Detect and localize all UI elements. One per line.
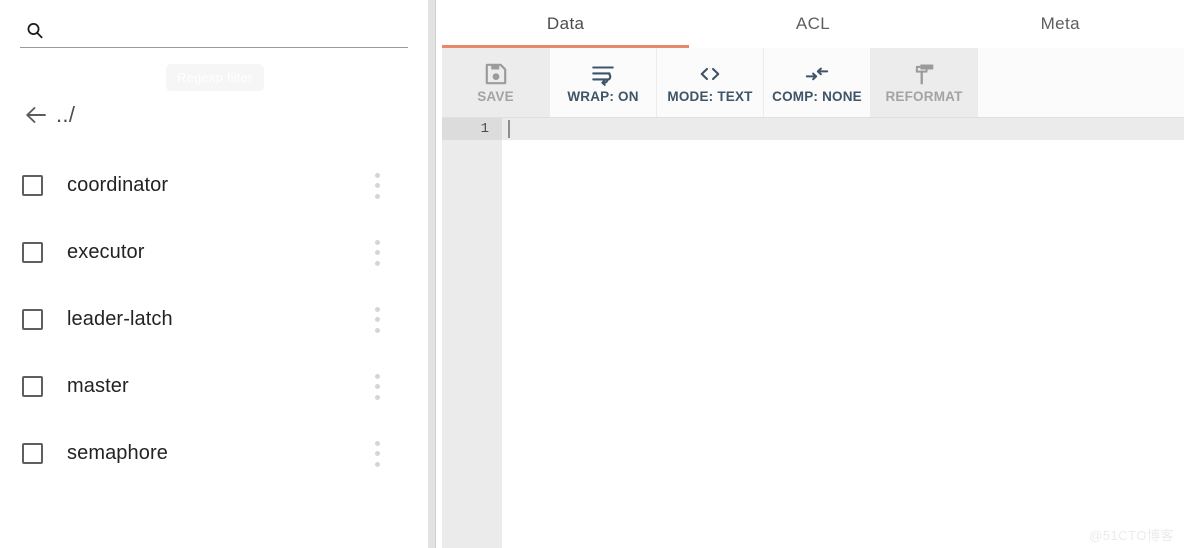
tab-acl-label: ACL <box>795 14 831 33</box>
kebab-menu-icon[interactable] <box>368 440 386 467</box>
kebab-menu-icon[interactable] <box>368 373 386 400</box>
node-label: leader-latch <box>67 308 173 330</box>
node-label: semaphore <box>67 442 168 464</box>
wrap-toggle-button[interactable]: WRAP: ON <box>550 48 657 117</box>
text-caret <box>508 120 510 138</box>
node-checkbox[interactable] <box>22 175 43 196</box>
code-content-area[interactable] <box>502 118 1184 548</box>
active-line-highlight <box>502 118 1184 140</box>
compress-icon <box>804 61 830 87</box>
wrap-toggle-label: WRAP: ON <box>567 89 639 104</box>
reformat-button-label: REFORMAT <box>885 89 963 104</box>
line-number-gutter: 1 <box>442 118 502 548</box>
parent-directory-label: ../ <box>56 102 76 127</box>
search-input[interactable] <box>45 17 408 44</box>
code-brackets-icon <box>697 61 723 87</box>
editor-toolbar: SAVE WRAP: ON MODE: TEXT COMP: NONE REFO… <box>442 48 1184 118</box>
tab-meta[interactable]: Meta <box>937 0 1184 48</box>
line-number: 1 <box>442 118 502 140</box>
search-bar[interactable] <box>20 14 408 48</box>
list-item[interactable]: master <box>0 353 428 420</box>
compression-toggle-label: COMP: NONE <box>772 89 862 104</box>
regexp-filter-tooltip-label: Regexp filter <box>177 70 253 85</box>
floppy-disk-icon <box>483 61 509 87</box>
node-checkbox[interactable] <box>22 309 43 330</box>
tab-data-label: Data <box>546 14 585 33</box>
tab-meta-label: Meta <box>1040 14 1081 33</box>
mode-toggle-label: MODE: TEXT <box>667 89 753 104</box>
mode-toggle-button[interactable]: MODE: TEXT <box>657 48 764 117</box>
detail-panel: Data ACL Meta SAVE WRAP: ON MODE: TEXT C… <box>442 0 1184 548</box>
list-item[interactable]: executor <box>0 219 428 286</box>
node-label: coordinator <box>67 174 169 196</box>
arrow-left-icon <box>22 101 50 129</box>
kebab-menu-icon[interactable] <box>368 306 386 333</box>
tab-acl[interactable]: ACL <box>689 0 936 48</box>
list-item[interactable]: leader-latch <box>0 286 428 353</box>
node-browser-panel: Regexp filter ../ coordinator executor l… <box>0 0 428 548</box>
kebab-menu-icon[interactable] <box>368 239 386 266</box>
list-item[interactable]: semaphore <box>0 420 428 487</box>
code-editor[interactable]: 1 <box>442 118 1184 548</box>
app-root: Regexp filter ../ coordinator executor l… <box>0 0 1184 548</box>
compression-toggle-button[interactable]: COMP: NONE <box>764 48 871 117</box>
node-checkbox[interactable] <box>22 443 43 464</box>
list-item[interactable]: coordinator <box>0 152 428 219</box>
search-icon <box>25 21 45 41</box>
kebab-menu-icon[interactable] <box>368 172 386 199</box>
parent-directory-item[interactable]: ../ <box>22 96 75 134</box>
paint-roller-icon <box>911 61 937 87</box>
node-checkbox[interactable] <box>22 376 43 397</box>
panel-splitter[interactable] <box>428 0 442 548</box>
toolbar-spacer <box>978 48 1184 117</box>
tab-bar: Data ACL Meta <box>442 0 1184 48</box>
save-button[interactable]: SAVE <box>442 48 550 117</box>
tab-data[interactable]: Data <box>442 0 690 48</box>
regexp-filter-tooltip: Regexp filter <box>166 64 264 91</box>
node-checkbox[interactable] <box>22 242 43 263</box>
save-button-label: SAVE <box>477 89 514 104</box>
node-label: executor <box>67 241 145 263</box>
node-label: master <box>67 375 129 397</box>
reformat-button[interactable]: REFORMAT <box>871 48 978 117</box>
node-list: coordinator executor leader-latch master <box>0 152 428 487</box>
text-wrap-icon <box>590 61 616 87</box>
